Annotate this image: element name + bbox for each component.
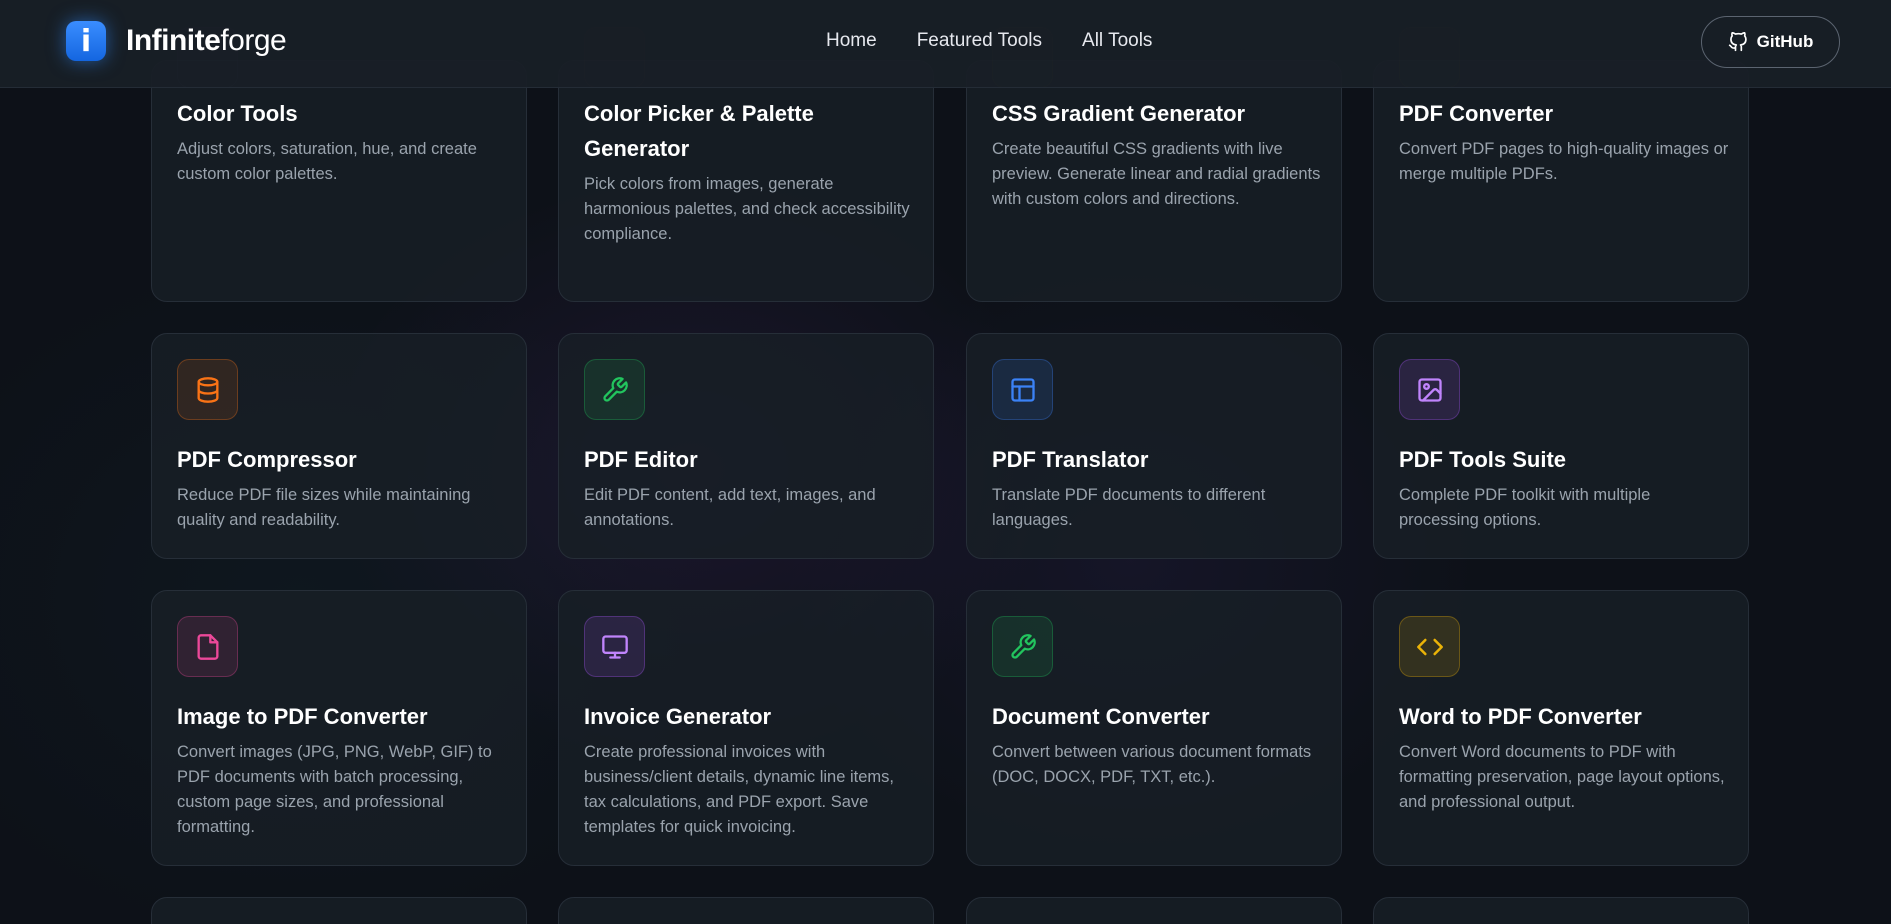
tool-description: Translate PDF documents to different lan… [992, 486, 1266, 529]
file-icon [177, 616, 238, 677]
tool-card-partial[interactable] [151, 897, 527, 924]
tool-description: Complete PDF toolkit with multiple proce… [1399, 486, 1651, 529]
tool-title: Color Picker & Palette Generator [584, 101, 814, 161]
tool-description: Edit PDF content, add text, images, and … [584, 486, 876, 529]
github-button[interactable]: GitHub [1701, 16, 1840, 68]
nav-home[interactable]: Home [826, 30, 877, 52]
tool-description: Reduce PDF file sizes while maintaining … [177, 486, 471, 529]
tool-title: CSS Gradient Generator [992, 101, 1246, 126]
tool-title: Color Tools [177, 101, 298, 126]
tool-title: Image to PDF Converter [177, 704, 428, 729]
tool-card-pdf-editor[interactable]: PDF Editor Edit PDF content, add text, i… [558, 333, 934, 559]
tool-card-pdf-compressor[interactable]: PDF Compressor Reduce PDF file sizes whi… [151, 333, 527, 559]
nav-all-tools[interactable]: All Tools [1082, 30, 1152, 52]
tool-description: Create beautiful CSS gradients with live… [992, 140, 1321, 208]
tool-title: Invoice Generator [584, 704, 772, 729]
database-icon [177, 359, 238, 420]
tool-card-partial[interactable] [966, 897, 1342, 924]
github-icon [1728, 32, 1747, 52]
tool-title: PDF Editor [584, 447, 698, 472]
tool-description: Create professional invoices with busine… [584, 743, 894, 836]
tool-card-pdf-translator[interactable]: PDF Translator Translate PDF documents t… [966, 333, 1342, 559]
tool-title: PDF Tools Suite [1399, 447, 1567, 472]
tool-description: Convert between various document formats… [992, 743, 1312, 786]
tool-title: PDF Translator [992, 447, 1149, 472]
tool-title: Document Converter [992, 704, 1210, 729]
tool-card-css-gradient[interactable]: CSS Gradient Generator Create beautiful … [966, 27, 1342, 302]
tool-card-invoice-generator[interactable]: Invoice Generator Create professional in… [558, 590, 934, 866]
tool-description: Adjust colors, saturation, hue, and crea… [177, 140, 477, 183]
tool-description: Convert images (JPG, PNG, WebP, GIF) to … [177, 743, 492, 836]
wrench-icon [584, 359, 645, 420]
image-icon [1399, 359, 1460, 420]
tool-title: PDF Converter [1399, 101, 1554, 126]
layout-icon [992, 359, 1053, 420]
monitor-icon [584, 616, 645, 677]
tool-card-color-picker[interactable]: Color Picker & Palette Generator Pick co… [558, 27, 934, 302]
wrench-icon [992, 616, 1053, 677]
tool-title: Word to PDF Converter [1399, 704, 1642, 729]
nav-featured-tools[interactable]: Featured Tools [917, 30, 1042, 52]
tool-card-pdf-converter[interactable]: PDF Converter Convert PDF pages to high-… [1373, 27, 1749, 302]
top-navbar: i Infiniteforge Home Featured Tools All … [0, 0, 1891, 88]
logo-icon: i [66, 21, 106, 61]
tool-card-pdf-tools-suite[interactable]: PDF Tools Suite Complete PDF toolkit wit… [1373, 333, 1749, 559]
brand-logo[interactable]: i Infiniteforge [66, 21, 287, 61]
tool-card-color-tools[interactable]: Color Tools Adjust colors, saturation, h… [151, 27, 527, 302]
tool-title: PDF Compressor [177, 447, 357, 472]
tool-card-document-converter[interactable]: Document Converter Convert between vario… [966, 590, 1342, 866]
tool-description: Convert Word documents to PDF with forma… [1399, 743, 1725, 811]
main-nav: Home Featured Tools All Tools [826, 30, 1192, 52]
tool-card-word-to-pdf[interactable]: Word to PDF Converter Convert Word docum… [1373, 590, 1749, 866]
tool-card-partial[interactable] [558, 897, 934, 924]
github-label: GitHub [1756, 32, 1814, 51]
code-icon [1399, 616, 1460, 677]
tool-description: Pick colors from images, generate harmon… [584, 175, 910, 243]
brand-name: Infiniteforge [126, 24, 287, 57]
tool-description: Convert PDF pages to high-quality images… [1399, 140, 1729, 183]
tool-card-partial[interactable] [1373, 897, 1749, 924]
tool-card-image-to-pdf[interactable]: Image to PDF Converter Convert images (J… [151, 590, 527, 866]
